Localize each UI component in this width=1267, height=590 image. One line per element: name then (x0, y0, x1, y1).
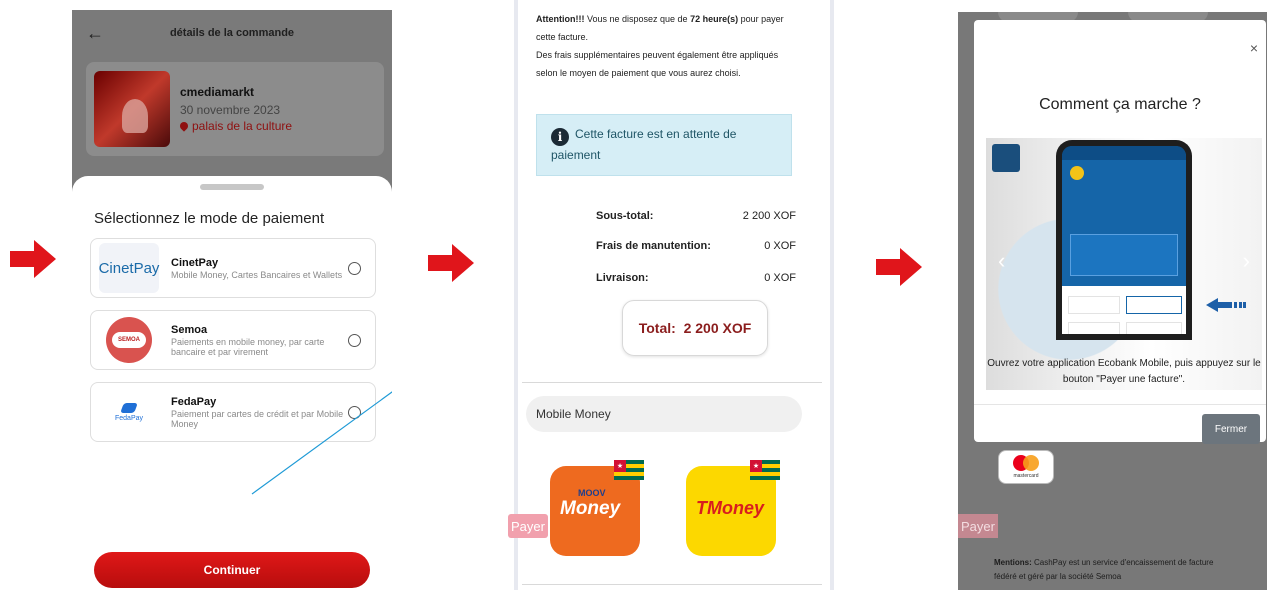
carousel-prev-icon[interactable]: ‹ (998, 248, 1005, 274)
togo-flag-icon: ★ (614, 460, 644, 480)
red-arrow-icon (10, 240, 56, 278)
total-box: Total: 2 200 XOF (622, 300, 768, 356)
modal-title: Comment ça marche ? (1039, 96, 1201, 113)
blue-arrow-icon (251, 391, 392, 495)
page-title: détails de la commande (169, 27, 295, 39)
tutorial-carousel[interactable]: ‹ › Ouvrez votre application Ecobank Mob… (986, 138, 1262, 390)
location-pin-icon (178, 120, 190, 132)
how-it-works-screen: × Comment ça marche ? ‹ › Ouvrez votre a… (958, 12, 1267, 590)
payment-notice: Attention!!! Vous ne disposez que de 72 … (536, 14, 784, 78)
semoa-logo: SEMOA (99, 315, 159, 365)
pending-alert: i Cette facture est en attente de paiemen… (536, 114, 792, 176)
close-icon[interactable]: × (1250, 40, 1258, 56)
delivery-row: Livraison: 0 XOF (596, 272, 796, 284)
top-bar: ← détails de la commande (72, 10, 392, 56)
payment-option-name: CinetPay (171, 256, 219, 269)
cinetpay-logo: CinetPay (99, 243, 159, 293)
mentions-text: Mentions: CashPay est un service d'encai… (994, 558, 1214, 581)
payment-method-screen: ← détails de la commande cmediamarkt 30 … (72, 10, 392, 590)
carousel-next-icon[interactable]: › (1243, 248, 1250, 274)
continue-button[interactable]: Continuer (94, 552, 370, 588)
subtotal-row: Sous-total: 2 200 XOF (596, 210, 796, 222)
sheet-title: Sélectionnez le mode de paiement (94, 210, 325, 227)
payer-button[interactable]: Payer (508, 514, 548, 538)
event-date: 30 novembre 2023 (180, 103, 281, 117)
info-icon: i (551, 128, 569, 146)
payment-option-desc: Paiements en mobile money, par carte ban… (171, 336, 325, 357)
fedapay-logo: FedaPay (99, 387, 159, 437)
payment-option-name: Semoa (171, 323, 208, 336)
invoice-screen: Attention!!! Vous ne disposez que de 72 … (514, 0, 834, 590)
pointer-arrow-icon (1206, 298, 1246, 312)
payment-option-cinetpay[interactable]: CinetPay CinetPay Mobile Money, Cartes B… (90, 238, 376, 298)
payment-option-semoa[interactable]: SEMOA Semoa Paiements en mobile money, p… (90, 310, 376, 370)
ecobank-logo-icon (992, 144, 1020, 172)
sheet-handle[interactable] (200, 184, 264, 190)
tutorial-canvas: ← détails de la commande cmediamarkt 30 … (0, 0, 1267, 590)
event-card: cmediamarkt 30 novembre 2023 palais de l… (86, 62, 384, 156)
how-it-works-modal: × Comment ça marche ? ‹ › Ouvrez votre a… (974, 20, 1266, 444)
radio-button[interactable] (348, 261, 361, 275)
event-name: cmediamarkt (180, 85, 255, 99)
back-arrow-icon[interactable]: ← (86, 23, 106, 44)
carousel-caption: Ouvrez votre application Ecobank Mobile,… (987, 358, 1261, 385)
mastercard-option[interactable]: mastercard (998, 450, 1054, 484)
handling-fee-row: Frais de manutention: 0 XOF (596, 240, 796, 252)
close-button[interactable]: Fermer (1202, 414, 1260, 444)
event-thumbnail (94, 71, 170, 147)
togo-flag-icon: ★ (750, 460, 780, 480)
radio-button[interactable] (348, 333, 361, 347)
event-place: palais de la culture (192, 119, 293, 133)
red-arrow-icon (876, 248, 922, 286)
mobile-money-section[interactable]: Mobile Money (526, 396, 802, 432)
phone-illustration (1056, 140, 1192, 340)
payment-option-desc: Mobile Money, Cartes Bancaires et Wallet… (171, 269, 343, 280)
payer-button[interactable]: Payer (958, 514, 998, 538)
red-arrow-icon (428, 244, 474, 282)
